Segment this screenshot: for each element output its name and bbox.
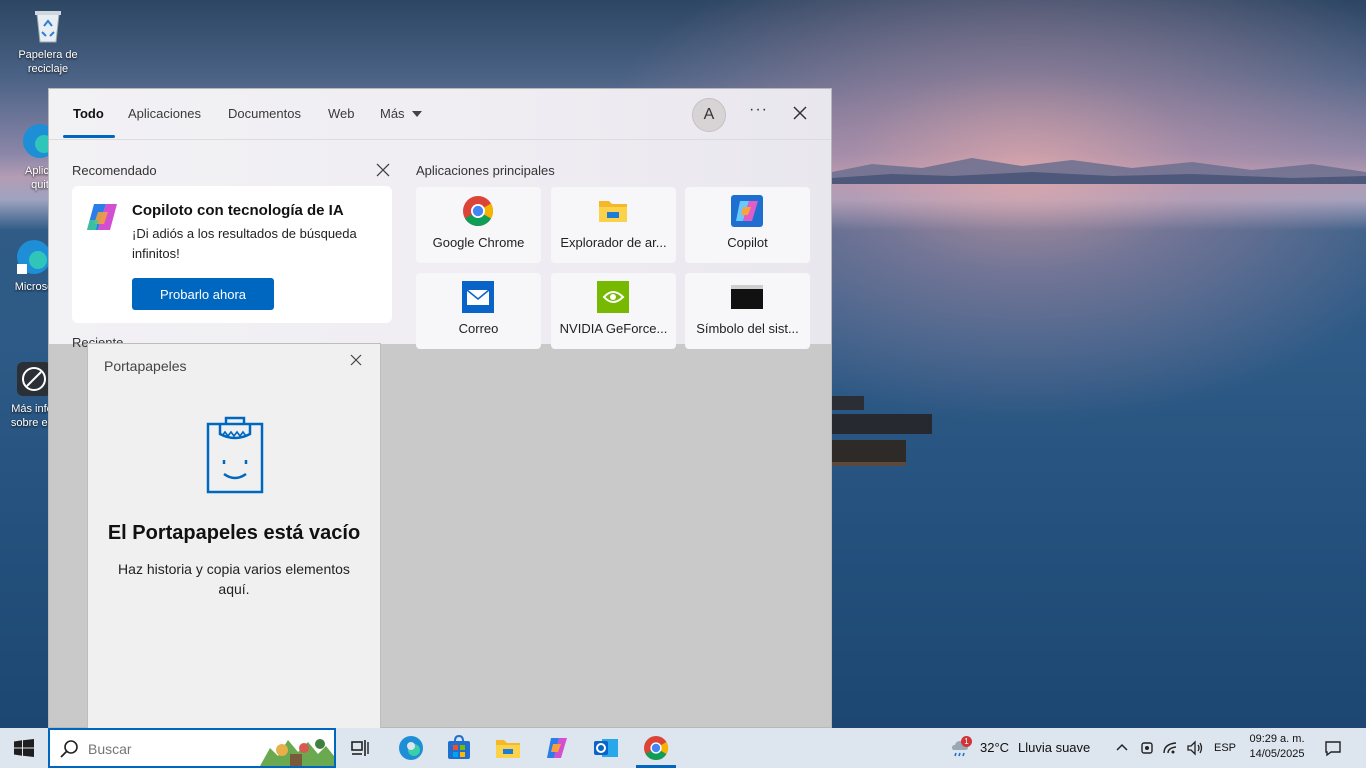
app-tile-mail[interactable]: Correo <box>416 273 541 349</box>
dismiss-recommended-icon[interactable] <box>376 163 390 177</box>
taskbar: 1 32°C Lluvia suave ESP 09:29 a. m. 14/0… <box>0 728 1366 768</box>
tab-documents[interactable]: Documentos <box>228 106 301 121</box>
more-options-button[interactable]: ··· <box>749 101 769 119</box>
weather-description[interactable]: Lluvia suave <box>1018 740 1090 755</box>
search-input[interactable] <box>88 738 248 760</box>
store-icon[interactable] <box>445 734 473 762</box>
avatar[interactable]: A <box>692 98 726 132</box>
tab-web[interactable]: Web <box>328 106 355 121</box>
recycle-bin-icon <box>35 11 61 43</box>
app-tile-file-explorer[interactable]: Explorador de ar... <box>551 187 676 263</box>
clipboard-empty-heading: El Portapapeles está vacío <box>107 522 361 544</box>
active-tab-indicator <box>63 135 115 138</box>
mountain-range <box>832 158 1366 184</box>
wifi-icon[interactable] <box>1161 738 1181 758</box>
tab-apps[interactable]: Aplicaciones <box>128 106 201 121</box>
app-tile-label: Correo <box>458 321 499 336</box>
copilot-card-title: Copiloto con tecnología de IA <box>132 202 344 219</box>
try-now-button[interactable]: Probarlo ahora <box>132 278 274 310</box>
copilot-taskbar-icon[interactable] <box>543 734 571 762</box>
file-explorer-taskbar-icon[interactable] <box>494 734 522 762</box>
volume-icon[interactable] <box>1185 738 1205 758</box>
clipboard-close-icon[interactable] <box>350 354 362 366</box>
search-highlight-illustration <box>260 739 334 766</box>
recommended-title: Recomendado <box>72 163 157 178</box>
app-tile-label: Explorador de ar... <box>560 235 667 250</box>
clock[interactable]: 09:29 a. m. 14/05/2025 <box>1232 732 1322 762</box>
tab-more[interactable]: Más <box>380 106 423 121</box>
app-tile-label: Símbolo del sist... <box>696 321 799 336</box>
app-tile-copilot[interactable]: Copilot <box>685 187 810 263</box>
folder-icon <box>599 201 627 222</box>
notifications-icon[interactable] <box>1323 738 1343 758</box>
chrome-icon <box>463 196 494 227</box>
close-icon[interactable] <box>791 104 809 122</box>
desktop-icon-recycle-bin[interactable]: Papelera de reciclaje <box>8 6 88 76</box>
weather-temperature[interactable]: 32°C <box>980 740 1009 755</box>
camera-info-icon <box>17 362 51 396</box>
search-icon <box>60 740 78 758</box>
outlook-icon[interactable] <box>592 734 620 762</box>
clipboard-title: Portapapeles <box>104 358 187 374</box>
search-tabbar: Todo Aplicaciones Documentos Web Más A ·… <box>49 89 831 140</box>
meet-now-icon[interactable] <box>1137 738 1157 758</box>
clipboard-empty-subtitle: Haz historia y copia varios elementos aq… <box>118 561 350 597</box>
desktop-icon-label: Más info sobre es <box>10 403 53 429</box>
task-view-icon[interactable] <box>346 734 374 762</box>
search-panel: Todo Aplicaciones Documentos Web Más A ·… <box>49 89 831 350</box>
mail-icon <box>462 281 494 313</box>
copilot-card-description: ¡Di adiós a los resultados de búsqueda i… <box>132 226 357 261</box>
weather-alert-badge: 1 <box>961 736 972 747</box>
app-tile-command-prompt[interactable]: Símbolo del sist... <box>685 273 810 349</box>
clipboard-panel: Portapapeles El Portapapeles está vacío … <box>87 343 381 734</box>
nvidia-icon <box>597 281 629 313</box>
copilot-recommendation-card[interactable]: Copiloto con tecnología de IA ¡Di adiós … <box>72 186 392 323</box>
tab-all[interactable]: Todo <box>73 106 104 121</box>
empty-clipboard-icon <box>206 416 264 494</box>
taskbar-search-box[interactable] <box>48 728 336 768</box>
top-apps-title: Aplicaciones principales <box>416 163 555 178</box>
clock-date: 14/05/2025 <box>1249 748 1305 760</box>
app-tile-chrome[interactable]: Google Chrome <box>416 187 541 263</box>
windows-start-icon[interactable] <box>14 739 34 757</box>
app-tile-label: Copilot <box>727 235 768 250</box>
chevron-down-icon <box>412 111 423 117</box>
tab-more-label: Más <box>380 106 405 121</box>
chrome-taskbar-icon[interactable] <box>642 734 670 762</box>
app-tile-label: NVIDIA GeForce... <box>559 321 668 336</box>
app-tile-nvidia[interactable]: NVIDIA GeForce... <box>551 273 676 349</box>
clock-time: 09:29 a. m. <box>1249 733 1305 745</box>
app-tile-label: Google Chrome <box>432 235 525 250</box>
terminal-icon <box>731 285 763 309</box>
desktop-icon-label: Papelera de reciclaje <box>18 49 78 75</box>
copilot-icon <box>731 195 763 227</box>
chevron-up-icon[interactable] <box>1112 738 1132 758</box>
copilot-logo-icon <box>87 204 117 230</box>
edge-taskbar-icon[interactable] <box>397 734 425 762</box>
pier-ruins <box>832 396 932 466</box>
